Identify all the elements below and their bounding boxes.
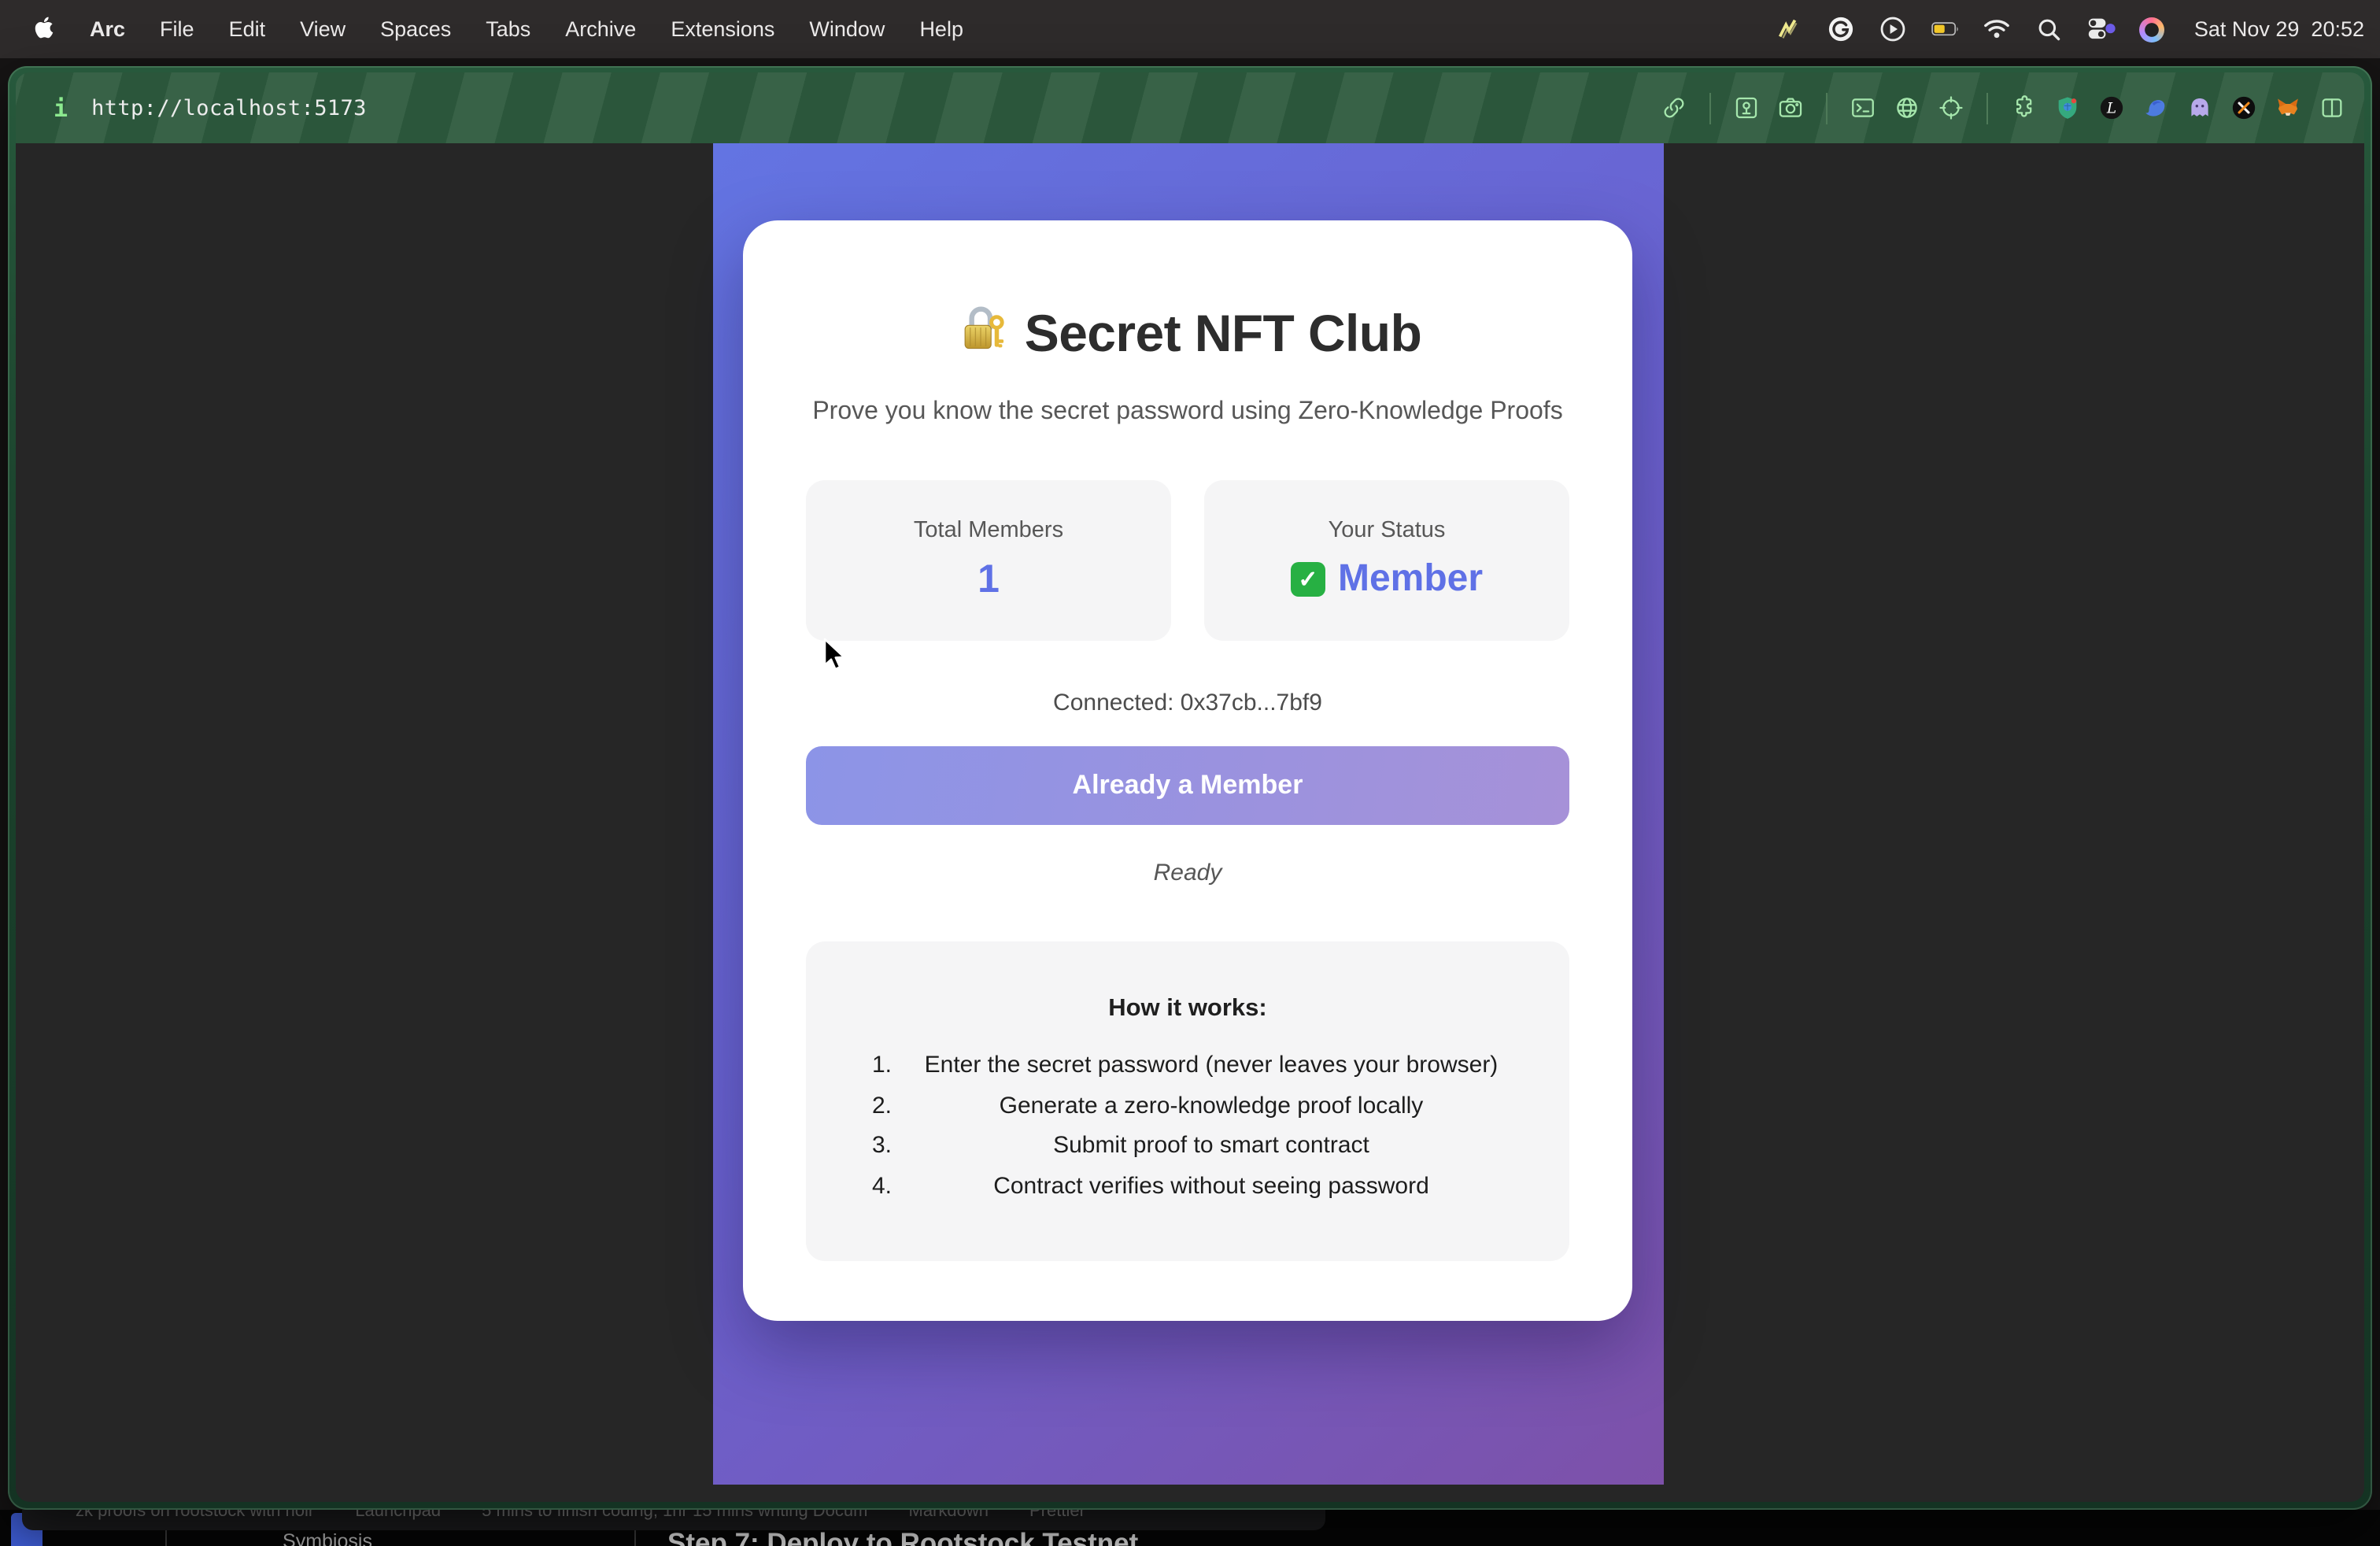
step-3-text: Submit proof to smart contract xyxy=(806,1132,1569,1159)
page-title-text: Secret NFT Club xyxy=(1025,303,1421,363)
svg-text:L: L xyxy=(2106,101,2116,117)
your-status-label: Your Status xyxy=(1204,518,1569,543)
stats-row: Total Members 1 Your Status Member xyxy=(806,480,1569,641)
apple-logo-icon[interactable] xyxy=(33,13,55,45)
url-bar[interactable]: http://localhost:5173 xyxy=(91,95,367,120)
battery-icon[interactable] xyxy=(1931,15,1960,43)
menu-file[interactable]: File xyxy=(160,17,194,41)
extensions-puzzle-icon[interactable] xyxy=(2010,94,2037,121)
terminal-icon[interactable] xyxy=(1850,94,1876,121)
step-4-text: Contract verifies without seeing passwor… xyxy=(806,1172,1569,1199)
menu-bar: Arc File Edit View Spaces Tabs Archive E… xyxy=(0,0,2380,58)
toolbar-divider xyxy=(1709,92,1711,124)
your-status-value: Member xyxy=(1204,557,1569,601)
step-1-number: 1. xyxy=(872,1052,892,1078)
page-title: Secret NFT Club xyxy=(743,302,1632,364)
mouse-cursor xyxy=(822,638,852,680)
status-text: Ready xyxy=(743,860,1632,886)
split-view-icon[interactable] xyxy=(2319,94,2345,121)
camera-icon[interactable] xyxy=(1777,94,1804,121)
wifi-icon[interactable] xyxy=(1983,15,2012,43)
secret-nft-club-card: Secret NFT Club Prove you know the secre… xyxy=(743,220,1632,1321)
menu-spaces[interactable]: Spaces xyxy=(380,17,451,41)
link-icon[interactable] xyxy=(1661,94,1687,121)
browser-toolbar: i http://localhost:5173 xyxy=(16,72,2364,143)
stocks-icon[interactable] xyxy=(1776,15,1804,43)
menu-clock[interactable]: Sat Nov 29 20:52 xyxy=(2194,17,2364,41)
background-formatter-label: Prettier xyxy=(1029,1510,1085,1521)
step-1: 1. Enter the secret password (never leav… xyxy=(806,1052,1569,1092)
control-center-icon[interactable] xyxy=(2087,15,2116,43)
menu-extensions[interactable]: Extensions xyxy=(671,17,774,41)
background-branch-label: zk proofs on rootstock with noir xyxy=(76,1510,314,1521)
menu-window[interactable]: Window xyxy=(809,17,885,41)
globe-icon[interactable] xyxy=(1894,94,1920,121)
step-4: 4. Contract verifies without seeing pass… xyxy=(806,1172,1569,1212)
menu-help[interactable]: Help xyxy=(919,17,963,41)
menu-archive[interactable]: Archive xyxy=(565,17,636,41)
your-status-box: Your Status Member xyxy=(1204,480,1569,641)
background-window-strip: zk proofs on rootstock with noir Launchp… xyxy=(0,1510,2380,1546)
bluebird-icon[interactable] xyxy=(2142,94,2169,121)
already-a-member-button[interactable]: Already a Member xyxy=(806,746,1569,825)
how-it-works-title: How it works: xyxy=(806,995,1569,1023)
background-time-label: 5 mins to finish coding; 1hr 15 mins wri… xyxy=(482,1510,867,1521)
how-it-works-box: How it works: 1. Enter the secret passwo… xyxy=(806,941,1569,1261)
site-info-icon[interactable]: i xyxy=(54,94,68,122)
background-heading: Step 7: Deploy to Rootstock Testnet xyxy=(667,1527,1138,1546)
step-3-number: 3. xyxy=(872,1132,892,1159)
locked-with-key-emoji xyxy=(954,302,1007,364)
x-extension-icon[interactable] xyxy=(2230,94,2257,121)
connected-address: Connected: 0x37cb...7bf9 xyxy=(743,690,1632,716)
how-it-works-steps: 1. Enter the secret password (never leav… xyxy=(806,1052,1569,1212)
menu-edit[interactable]: Edit xyxy=(229,17,266,41)
toolbar-divider xyxy=(1986,92,1988,124)
spotlight-search-icon[interactable] xyxy=(2035,15,2064,43)
metamask-fox-icon[interactable] xyxy=(2275,94,2301,121)
phantom-ghost-icon[interactable] xyxy=(2186,94,2213,121)
menu-view[interactable]: View xyxy=(300,17,346,41)
screen: Arc File Edit View Spaces Tabs Archive E… xyxy=(0,0,2380,1546)
background-launchpad-label: Launchpad xyxy=(355,1510,441,1521)
webpage-background: Secret NFT Club Prove you know the secre… xyxy=(713,143,1664,1485)
total-members-box: Total Members 1 xyxy=(806,480,1171,641)
background-tab-symbiosis: Symbiosis xyxy=(252,1530,403,1546)
toolbar-divider xyxy=(1826,92,1828,124)
menu-app-name[interactable]: Arc xyxy=(90,17,125,41)
browser-content: Secret NFT Club Prove you know the secre… xyxy=(16,143,2364,1502)
menu-tabs[interactable]: Tabs xyxy=(486,17,530,41)
page-subtitle: Prove you know the secret password using… xyxy=(743,398,1632,427)
background-divider xyxy=(165,1530,167,1546)
image-capture-icon[interactable] xyxy=(1733,94,1760,121)
white-check-mark-emoji xyxy=(1291,562,1325,597)
member-text: Member xyxy=(1338,557,1483,601)
grammarly-icon[interactable] xyxy=(1828,15,1856,43)
background-divider xyxy=(634,1530,636,1546)
adguard-shield-icon[interactable] xyxy=(2054,94,2081,121)
playback-icon[interactable] xyxy=(1879,15,1908,43)
loom-icon[interactable]: L xyxy=(2098,94,2125,121)
step-2-text: Generate a zero-knowledge proof locally xyxy=(806,1092,1569,1119)
total-members-label: Total Members xyxy=(806,518,1171,543)
total-members-value: 1 xyxy=(806,557,1171,603)
browser-window: i http://localhost:5173 xyxy=(8,66,2372,1510)
background-language-label: Markdown xyxy=(909,1510,989,1521)
step-4-number: 4. xyxy=(872,1172,892,1199)
step-1-text: Enter the secret password (never leaves … xyxy=(806,1052,1569,1078)
step-2-number: 2. xyxy=(872,1092,892,1119)
siri-intelligence-icon[interactable] xyxy=(2139,17,2164,42)
step-2: 2. Generate a zero-knowledge proof local… xyxy=(806,1092,1569,1132)
step-3: 3. Submit proof to smart contract xyxy=(806,1132,1569,1172)
target-icon[interactable] xyxy=(1938,94,1964,121)
